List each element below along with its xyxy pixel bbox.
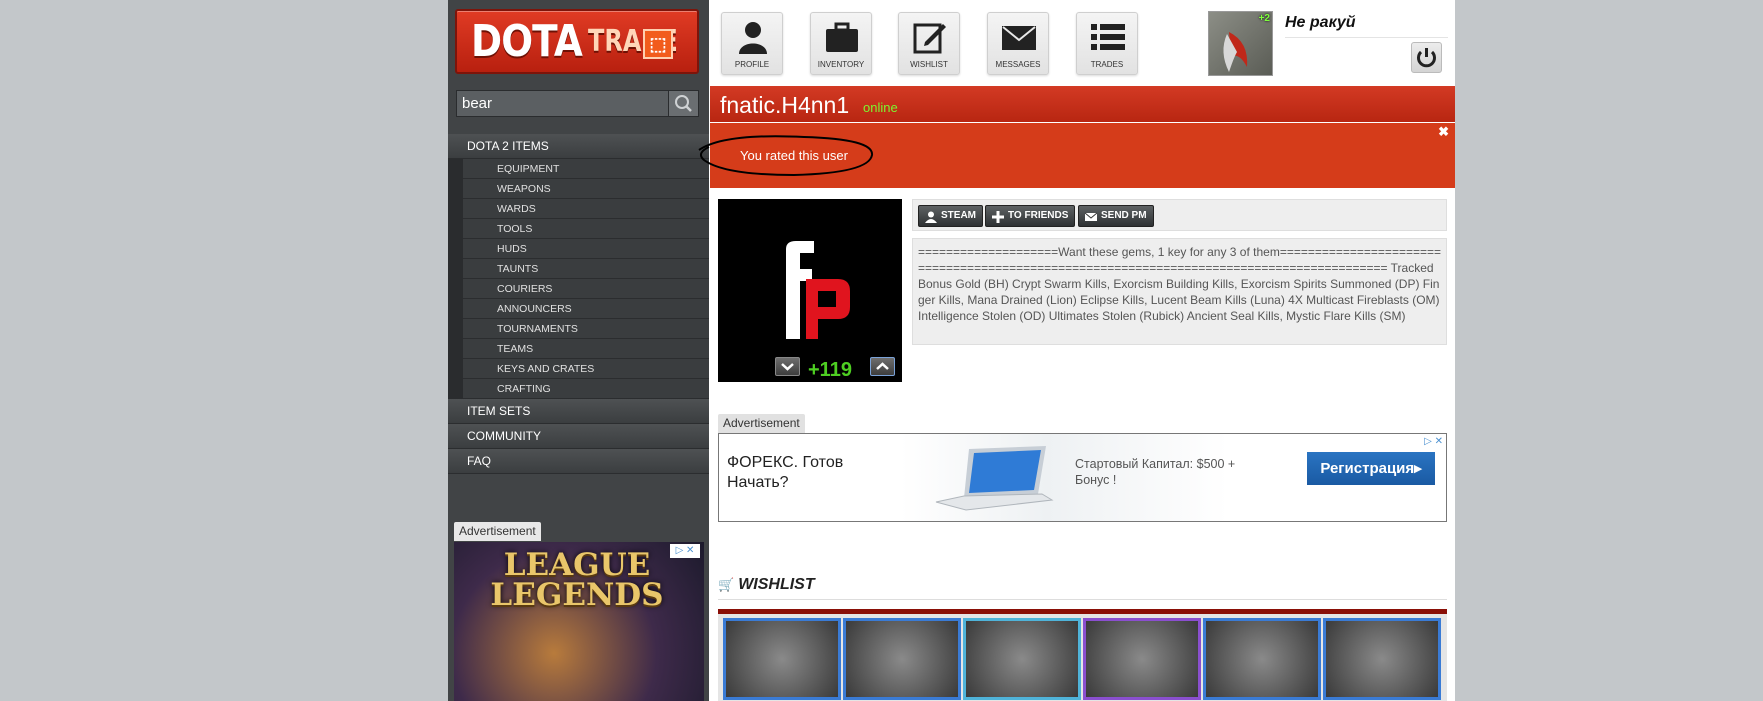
nav-sublist: EQUIPMENT WEAPONS WARDS TOOLS HUDS TAUNT… <box>448 159 709 399</box>
nav-dota2-items[interactable]: DOTA 2 ITEMS <box>448 134 709 159</box>
profile-status: online <box>863 100 898 115</box>
toolbar-wishlist-button[interactable]: WISHLIST <box>898 12 960 75</box>
briefcase-icon <box>826 22 858 52</box>
toolbar-profile-button[interactable]: PROFILE <box>721 12 783 75</box>
user-badge: +2 <box>1258 13 1270 24</box>
add-friend-label: TO FRIENDS <box>1008 210 1069 221</box>
nav-sub-weapons[interactable]: WEAPONS <box>463 179 709 199</box>
toolbar-messages-label: MESSAGES <box>995 60 1041 69</box>
chevron-down-icon <box>781 363 794 371</box>
profile-bio: ====================Want these gems, 1 k… <box>912 238 1447 345</box>
nav-sub-huds[interactable]: HUDS <box>463 239 709 259</box>
logout-button[interactable] <box>1411 42 1442 73</box>
nav-sub-equipment[interactable]: EQUIPMENT <box>463 159 709 179</box>
wishlist-item[interactable] <box>843 618 961 700</box>
search-icon <box>675 95 692 112</box>
person-icon <box>739 22 767 54</box>
nav-sub-taunts[interactable]: TAUNTS <box>463 259 709 279</box>
ad-label: Advertisement <box>718 414 805 433</box>
search-box <box>456 90 699 117</box>
fnatic-logo-icon <box>786 241 850 339</box>
ad-headline: ФОРЕКС. Готов Начать? <box>727 454 844 491</box>
notice-text: You rated this user <box>740 148 848 163</box>
steam-label: STEAM <box>941 210 976 221</box>
close-icon[interactable]: ✖ <box>1438 124 1449 140</box>
rating-score: +119 <box>808 359 852 381</box>
toolbar-wishlist-label: WISHLIST <box>910 60 948 69</box>
logo-text-dota: DOTA <box>471 16 583 67</box>
profile-name: fnatic.H4nn1 <box>720 92 850 118</box>
profile-actions: STEAM TO FRIENDS SEND PM <box>912 199 1447 231</box>
ad-register-label: Регистрация <box>1320 460 1415 477</box>
person-icon <box>925 211 937 223</box>
user-avatar[interactable]: +2 <box>1208 11 1273 76</box>
dota2-logo-icon: ⬚ <box>643 29 673 59</box>
toolbar-trades-label: TRADES <box>1090 60 1124 69</box>
ad-choices-icon[interactable]: ▷ ✕ <box>670 544 700 558</box>
nav-community[interactable]: COMMUNITY <box>448 424 709 449</box>
divider <box>718 599 1447 600</box>
side-ad-label: Advertisement <box>454 522 541 541</box>
wishlist-item[interactable] <box>963 618 1081 700</box>
edit-icon <box>913 23 946 54</box>
nav-sub-tools[interactable]: TOOLS <box>463 219 709 239</box>
toolbar-inventory-button[interactable]: INVENTORY <box>810 12 872 75</box>
notice-banner: You rated this user ✖ <box>698 123 1455 188</box>
search-input[interactable] <box>457 91 669 116</box>
chevron-up-icon <box>876 362 889 370</box>
ad-banner[interactable]: ФОРЕКС. Готов Начать? Стартовый Капитал:… <box>718 433 1447 522</box>
search-button[interactable] <box>668 91 698 116</box>
power-icon <box>1417 48 1436 68</box>
wishlist-title-text: WISHLIST <box>738 576 815 593</box>
ad-register-button[interactable]: Регистрация▸ <box>1307 452 1435 485</box>
side-ad-banner[interactable]: LEAGUE LEGENDS ▷ ✕ <box>454 542 704 701</box>
toolbar-trades-button[interactable]: TRADES <box>1076 12 1138 75</box>
category-nav: DOTA 2 ITEMS EQUIPMENT WEAPONS WARDS TOO… <box>448 134 709 474</box>
nav-sub-teams[interactable]: TEAMS <box>463 339 709 359</box>
nav-sub-tournaments[interactable]: TOURNAMENTS <box>463 319 709 339</box>
divider <box>1285 37 1448 38</box>
nav-faq[interactable]: FAQ <box>448 449 709 474</box>
profile-avatar: +119 <box>718 199 902 382</box>
steam-button[interactable]: STEAM <box>918 205 983 227</box>
add-friend-button[interactable]: TO FRIENDS <box>985 205 1076 227</box>
toolbar-messages-button[interactable]: MESSAGES <box>987 12 1049 75</box>
profile-header: fnatic.H4nn1 online <box>710 86 1455 122</box>
wishlist-item[interactable] <box>1203 618 1321 700</box>
wishlist-item[interactable] <box>1323 618 1441 700</box>
list-icon <box>1091 24 1125 50</box>
ad-subtext: Стартовый Капитал: $500 + Бонус ! <box>1075 457 1236 487</box>
play-icon: ▸ <box>1414 460 1422 477</box>
plus-icon <box>992 211 1004 223</box>
laptop-icon <box>935 446 1054 511</box>
site-frame: DOTA TRADE ⬚ DOTA 2 ITEMS EQUIPMENT WEAP… <box>448 0 1455 701</box>
wishlist-item[interactable] <box>723 618 841 700</box>
wishlist-items <box>718 614 1447 701</box>
ad-choices-icon[interactable]: ▷ ✕ <box>1417 435 1445 449</box>
sidebar: DOTA TRADE ⬚ DOTA 2 ITEMS EQUIPMENT WEAP… <box>448 0 709 701</box>
wishlist-title: 🛒 WISHLIST <box>718 576 815 594</box>
wishlist-item[interactable] <box>1083 618 1201 700</box>
send-pm-label: SEND PM <box>1101 210 1147 221</box>
nav-sub-announcers[interactable]: ANNOUNCERS <box>463 299 709 319</box>
send-pm-button[interactable]: SEND PM <box>1078 205 1154 227</box>
site-logo[interactable]: DOTA TRADE ⬚ <box>455 9 699 74</box>
toolbar-profile-label: PROFILE <box>734 60 770 69</box>
cart-icon: 🛒 <box>718 577 735 592</box>
vote-down-button[interactable] <box>775 357 800 376</box>
side-ad-headline: LEAGUE LEGENDS <box>490 547 664 613</box>
vote-up-button[interactable] <box>870 357 895 376</box>
nav-sub-wards[interactable]: WARDS <box>463 199 709 219</box>
nav-sub-keys-crates[interactable]: KEYS AND CRATES <box>463 359 709 379</box>
envelope-icon <box>1085 212 1097 221</box>
envelope-icon <box>1002 26 1036 50</box>
nav-item-sets[interactable]: ITEM SETS <box>448 399 709 424</box>
nav-sub-crafting[interactable]: CRAFTING <box>463 379 709 399</box>
toolbar-inventory-label: INVENTORY <box>817 60 865 69</box>
user-name[interactable]: Не ракуй <box>1285 14 1356 32</box>
nav-sub-couriers[interactable]: COURIERS <box>463 279 709 299</box>
